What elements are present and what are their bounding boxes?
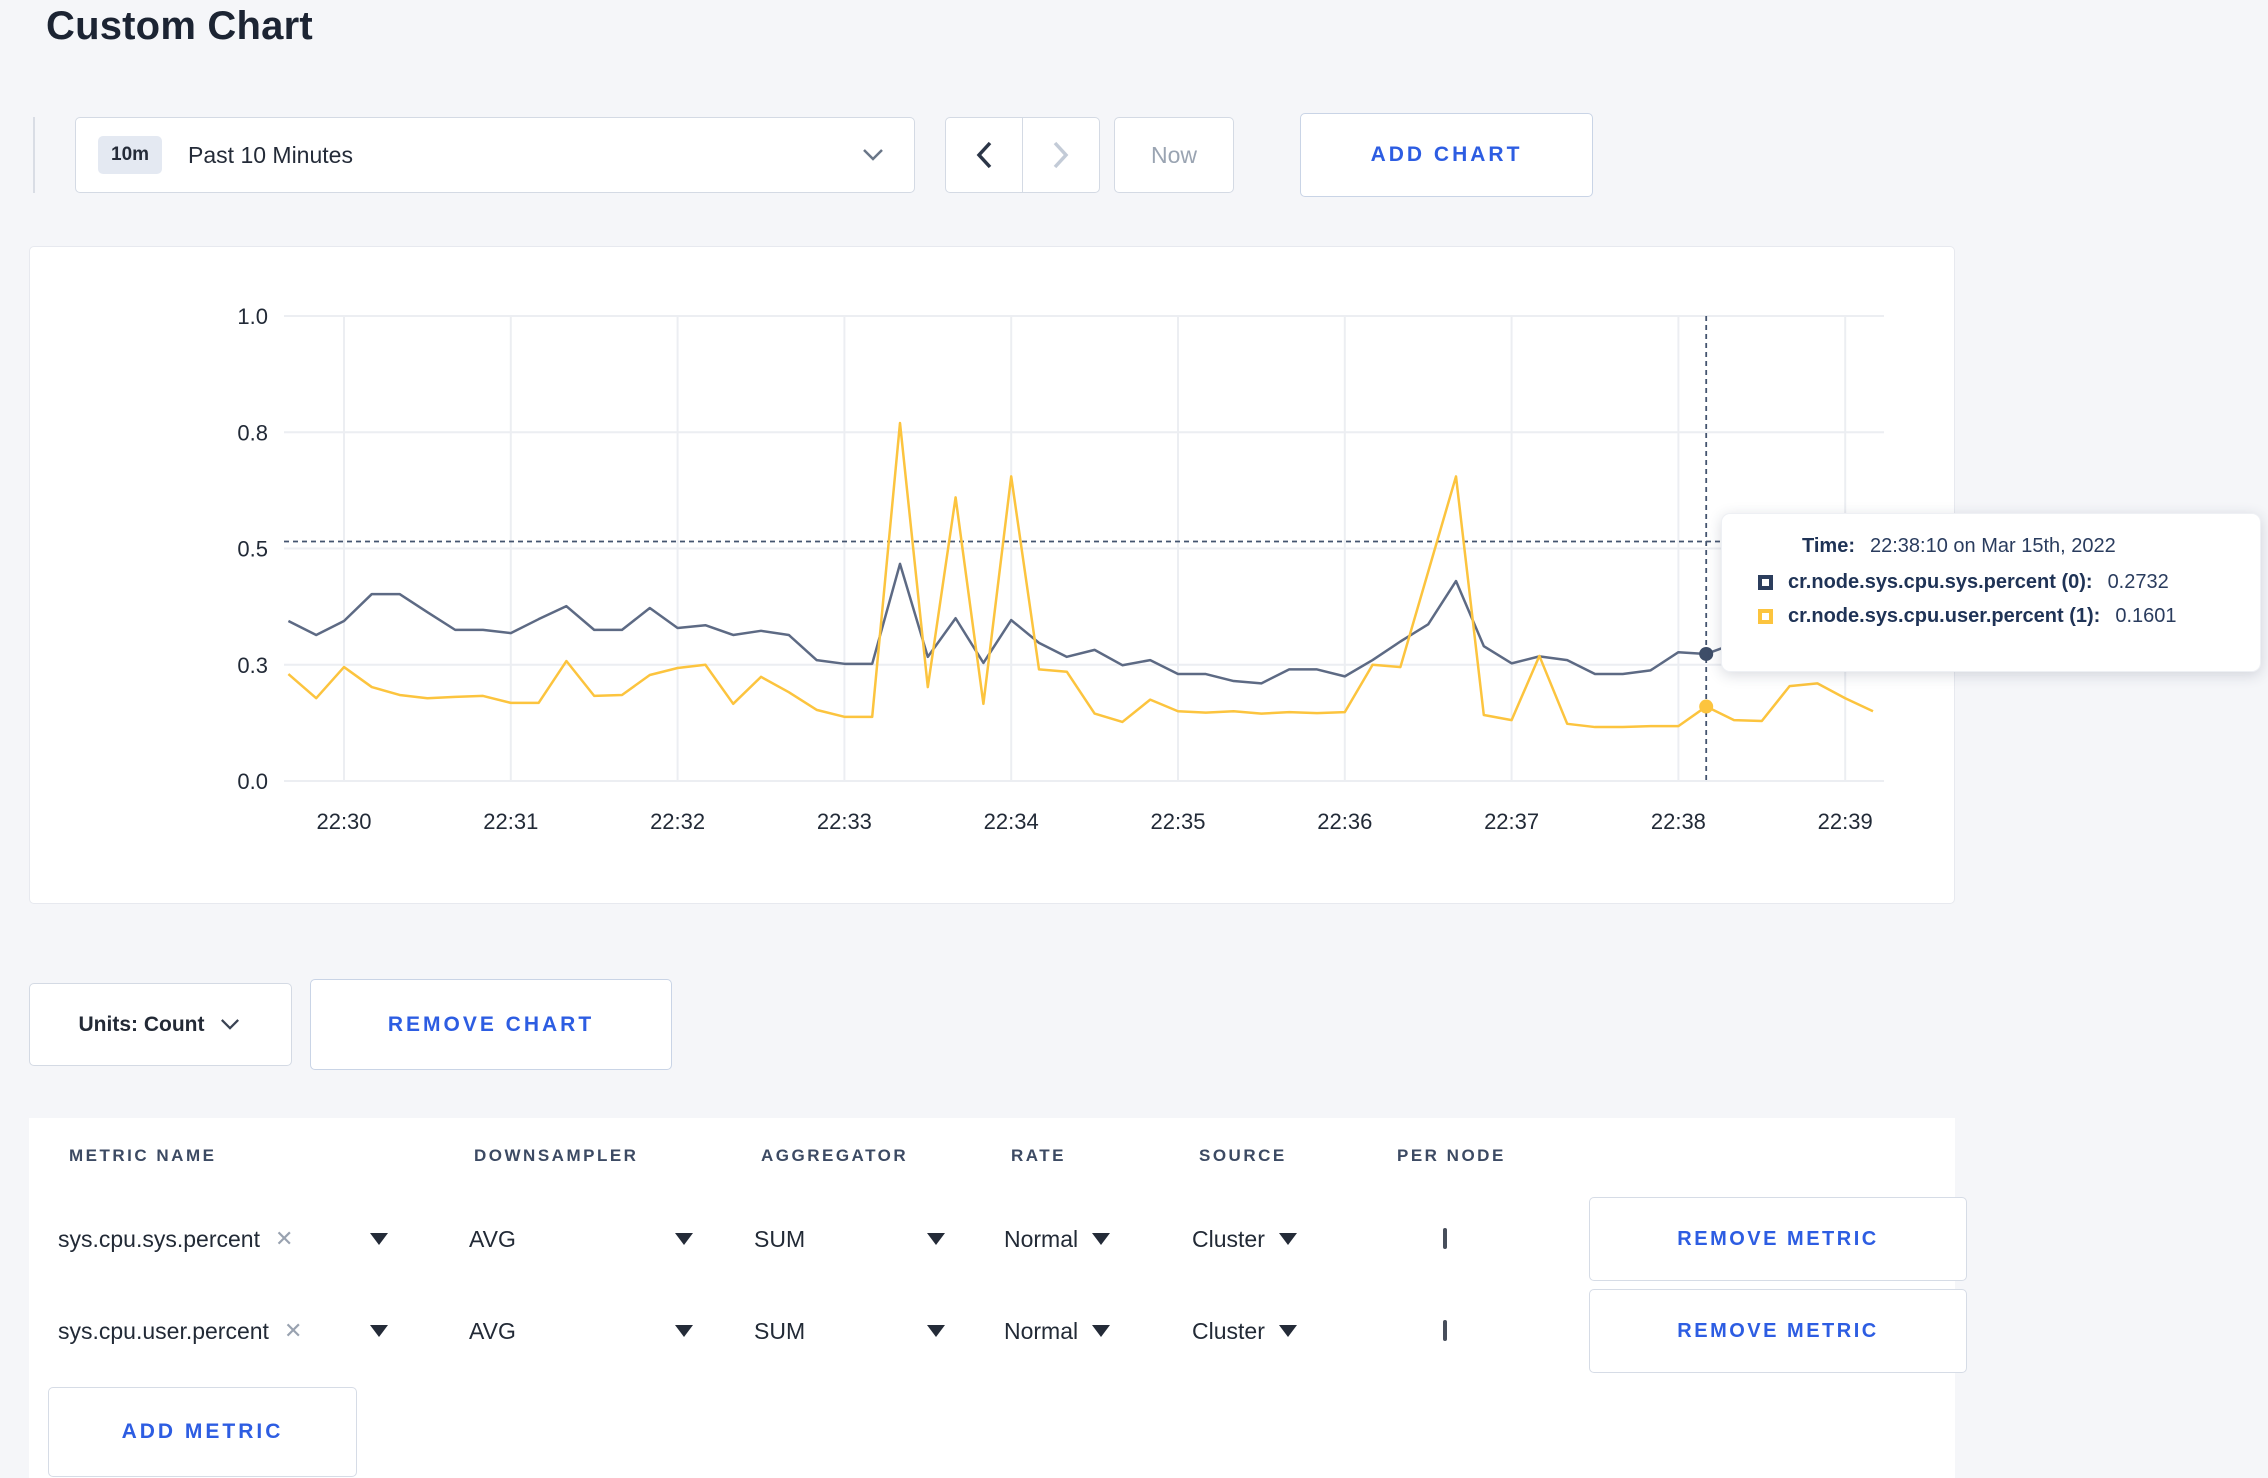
downsampler-value: AVG	[469, 1225, 516, 1252]
aggregator-value: SUM	[754, 1225, 806, 1252]
toolbar-divider	[33, 117, 35, 193]
svg-text:1.0: 1.0	[237, 304, 268, 329]
time-range-label: Past 10 Minutes	[188, 141, 353, 168]
series-swatch-sys	[1758, 575, 1773, 590]
tooltip-series-label: cr.node.sys.cpu.user.percent (1):	[1788, 605, 2101, 627]
svg-text:22:36: 22:36	[1317, 809, 1372, 834]
caret-down-icon	[927, 1325, 945, 1337]
svg-text:0.8: 0.8	[237, 420, 268, 445]
svg-text:22:32: 22:32	[650, 809, 705, 834]
time-range-badge: 10m	[98, 136, 163, 174]
caret-down-icon	[675, 1233, 693, 1245]
source-select[interactable]: Cluster	[1192, 1226, 1390, 1253]
downsampler-select[interactable]: AVG	[469, 1318, 693, 1345]
clear-metric-icon[interactable]: ✕	[275, 1226, 293, 1252]
chart-card: 1.0 0.8 0.5 0.3 0.0 22:30 22:31 22:32 22:33 22:34…	[29, 246, 1955, 904]
col-header-source: SOURCE	[1199, 1145, 1287, 1165]
rate-value: Normal	[1004, 1225, 1079, 1252]
page-title: Custom Chart	[46, 4, 313, 48]
clear-metric-icon[interactable]: ✕	[284, 1318, 302, 1344]
svg-text:22:37: 22:37	[1484, 809, 1539, 834]
prev-range-button[interactable]	[945, 117, 1023, 193]
remove-metric-button[interactable]: REMOVE METRIC	[1589, 1197, 1967, 1281]
tooltip-series-label: cr.node.sys.cpu.sys.percent (0):	[1788, 571, 2093, 593]
metric-name-value: sys.cpu.user.percent	[58, 1317, 269, 1344]
table-row: sys.cpu.sys.percent ✕ AVG SUM Normal Clu…	[29, 1193, 1967, 1285]
series-swatch-user	[1758, 609, 1773, 624]
chart-canvas[interactable]: 1.0 0.8 0.5 0.3 0.0 22:30 22:31 22:32 22:33 22:34…	[30, 247, 1954, 903]
col-header-rate: RATE	[1011, 1145, 1067, 1165]
col-header-aggregator: AGGREGATOR	[761, 1145, 909, 1165]
chevron-right-icon	[1052, 140, 1070, 170]
caret-down-icon	[370, 1233, 388, 1245]
source-select[interactable]: Cluster	[1192, 1318, 1390, 1345]
svg-text:22:33: 22:33	[817, 809, 872, 834]
caret-down-icon	[1092, 1233, 1111, 1245]
per-node-checkbox[interactable]	[1443, 1228, 1447, 1249]
aggregator-select[interactable]: SUM	[754, 1318, 945, 1345]
remove-chart-button[interactable]: REMOVE CHART	[310, 979, 672, 1070]
add-metric-button[interactable]: ADD METRIC	[48, 1387, 357, 1477]
svg-text:22:39: 22:39	[1818, 809, 1873, 834]
caret-down-icon	[675, 1325, 693, 1337]
table-row: sys.cpu.user.percent ✕ AVG SUM Normal Cl…	[29, 1285, 1967, 1377]
metrics-table: METRIC NAME DOWNSAMPLER AGGREGATOR RATE …	[29, 1118, 1967, 1478]
metric-name-select[interactable]: sys.cpu.sys.percent ✕	[58, 1226, 388, 1253]
metrics-table-header: METRIC NAME DOWNSAMPLER AGGREGATOR RATE …	[29, 1118, 1955, 1193]
now-button[interactable]: Now	[1114, 117, 1234, 193]
next-range-button[interactable]	[1022, 117, 1100, 193]
metric-name-select[interactable]: sys.cpu.user.percent ✕	[58, 1318, 388, 1345]
chevron-down-icon	[862, 148, 884, 162]
source-value: Cluster	[1192, 1225, 1265, 1252]
chevron-down-icon	[220, 1018, 242, 1032]
downsampler-value: AVG	[469, 1317, 516, 1344]
svg-text:22:30: 22:30	[316, 809, 371, 834]
svg-text:0.0: 0.0	[237, 769, 268, 794]
rate-value: Normal	[1004, 1317, 1079, 1344]
svg-text:22:31: 22:31	[483, 809, 538, 834]
tooltip-time-value: 22:38:10 on Mar 15th, 2022	[1869, 535, 2116, 557]
aggregator-select[interactable]: SUM	[754, 1226, 945, 1253]
rate-select[interactable]: Normal	[1004, 1226, 1192, 1253]
svg-text:22:38: 22:38	[1651, 809, 1706, 834]
units-label: Units: Count	[78, 1012, 205, 1036]
svg-text:22:35: 22:35	[1150, 809, 1205, 834]
chart-tooltip: Time: 22:38:10 on Mar 15th, 2022 cr.node…	[1721, 513, 2261, 672]
per-node-checkbox[interactable]	[1443, 1320, 1447, 1341]
tooltip-series-value: 0.2732	[2107, 571, 2169, 593]
svg-text:0.3: 0.3	[237, 653, 268, 678]
aggregator-value: SUM	[754, 1317, 806, 1344]
svg-text:22:34: 22:34	[984, 809, 1039, 834]
add-chart-button[interactable]: ADD CHART	[1300, 113, 1593, 197]
caret-down-icon	[1278, 1233, 1297, 1245]
caret-down-icon	[1278, 1325, 1297, 1337]
caret-down-icon	[370, 1325, 388, 1337]
source-value: Cluster	[1192, 1317, 1265, 1344]
downsampler-select[interactable]: AVG	[469, 1226, 693, 1253]
rate-select[interactable]: Normal	[1004, 1318, 1192, 1345]
remove-metric-button[interactable]: REMOVE METRIC	[1589, 1289, 1967, 1373]
caret-down-icon	[1092, 1325, 1111, 1337]
svg-text:0.5: 0.5	[237, 537, 268, 562]
col-header-per-node: PER NODE	[1397, 1145, 1506, 1165]
col-header-metric-name: METRIC NAME	[69, 1145, 217, 1165]
units-select[interactable]: Units: Count	[29, 983, 292, 1066]
tooltip-series-row: cr.node.sys.cpu.sys.percent (0): 0.2732	[1758, 571, 2260, 594]
metric-name-value: sys.cpu.sys.percent	[58, 1225, 260, 1252]
chevron-left-icon	[975, 140, 993, 170]
caret-down-icon	[927, 1233, 945, 1245]
tooltip-series-value: 0.1601	[2115, 605, 2177, 627]
time-pager	[945, 117, 1100, 193]
tooltip-time-label: Time:	[1802, 535, 1855, 557]
col-header-downsampler: DOWNSAMPLER	[474, 1145, 639, 1165]
time-range-select[interactable]: 10m Past 10 Minutes	[75, 117, 915, 193]
tooltip-series-row: cr.node.sys.cpu.user.percent (1): 0.1601	[1758, 605, 2260, 628]
